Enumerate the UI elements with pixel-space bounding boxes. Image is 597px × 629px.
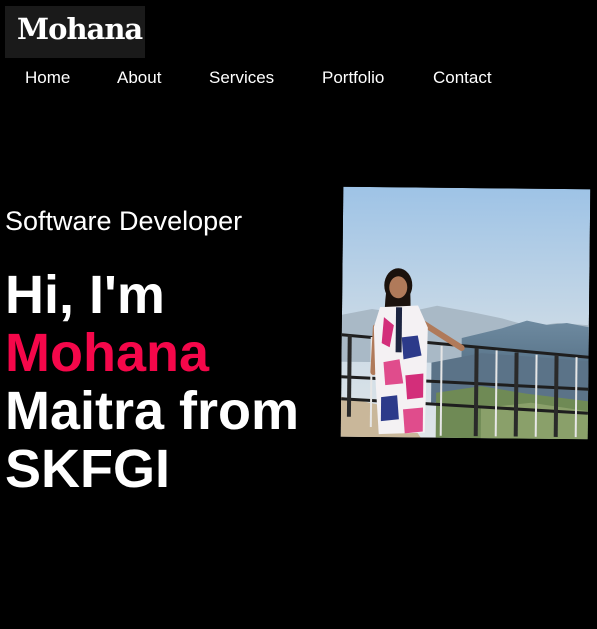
nav-portfolio-link[interactable]: Portfolio	[322, 67, 384, 89]
site-logo[interactable]: Mohana	[5, 6, 145, 58]
hero-role: Software Developer	[5, 206, 243, 236]
hero-headline: Hi, I'm Mohana Maitra from SKFGI	[5, 266, 340, 498]
hero-first-name: Mohana	[5, 323, 210, 383]
nav-home-link[interactable]: Home	[25, 67, 70, 89]
hero-last-name-line: Maitra from	[5, 381, 300, 441]
profile-photo	[340, 186, 591, 440]
hero-college: SKFGI	[5, 439, 171, 499]
nav-services-link[interactable]: Services	[209, 67, 274, 89]
logo-text: Mohana	[17, 12, 143, 46]
main-nav: Home About Services Portfolio Contact	[0, 67, 597, 89]
nav-contact-link[interactable]: Contact	[433, 67, 492, 89]
nav-about-link[interactable]: About	[117, 67, 161, 89]
hero-greeting: Hi, I'm	[5, 265, 165, 325]
